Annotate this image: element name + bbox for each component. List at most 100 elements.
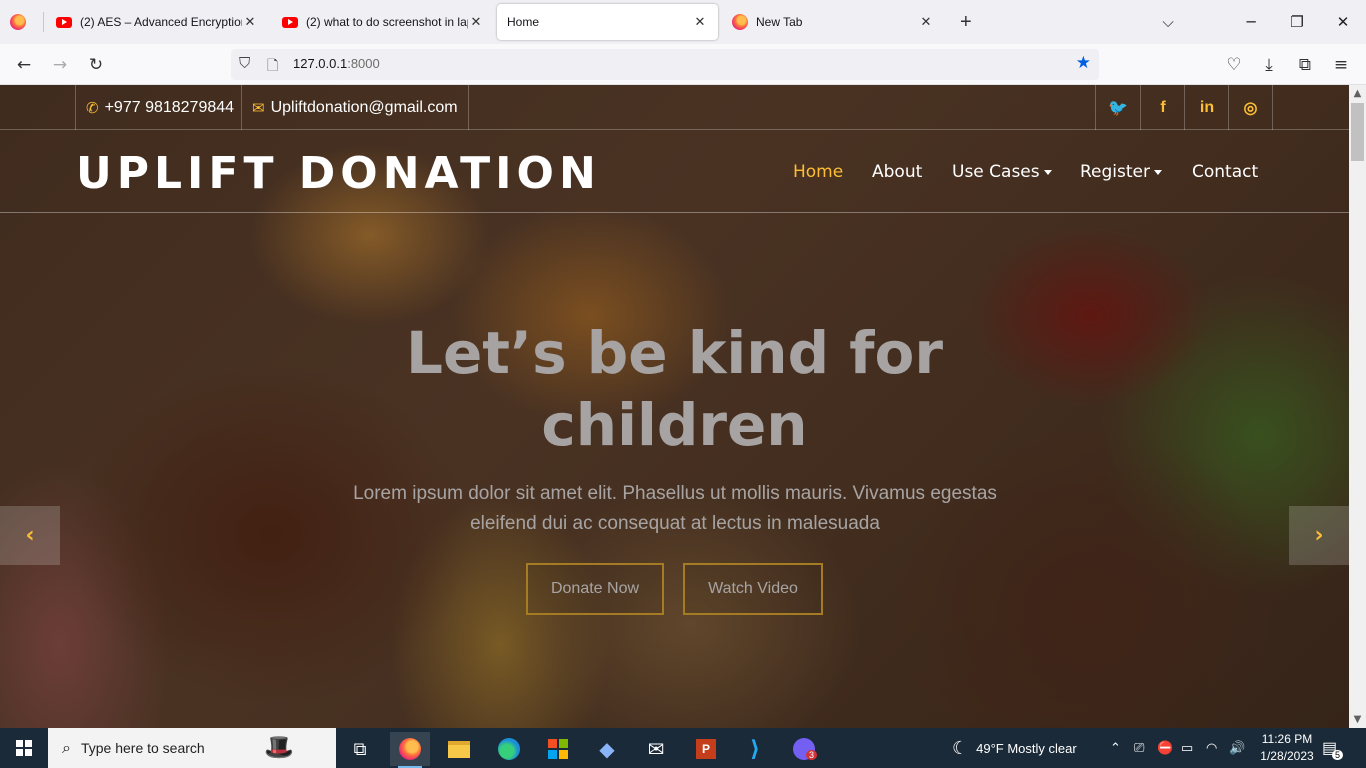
start-button[interactable] bbox=[0, 728, 48, 768]
pocket-icon[interactable]: ♡ bbox=[1221, 52, 1247, 78]
address-bar[interactable]: ⛉ 🗋 127.0.0.1:8000 ★ bbox=[231, 49, 1099, 80]
hero-title: Let’s be kind for children bbox=[0, 317, 1349, 461]
reload-icon[interactable]: ↻ bbox=[83, 52, 109, 78]
phone-contact[interactable]: ✆ +977 9818279844 bbox=[75, 85, 244, 130]
watch-video-button[interactable]: Watch Video bbox=[683, 563, 823, 615]
nav-use-cases-label: Use Cases bbox=[952, 162, 1040, 182]
bookmark-star-icon[interactable]: ★ bbox=[1076, 53, 1091, 73]
chevron-right-icon: › bbox=[1314, 523, 1324, 548]
notification-count-badge: 5 bbox=[1332, 750, 1344, 760]
edge-icon[interactable] bbox=[489, 732, 529, 766]
firefox-icon bbox=[732, 14, 748, 30]
copilot-icon[interactable]: ◆ bbox=[587, 732, 627, 766]
close-tab-icon[interactable]: ✕ bbox=[918, 14, 934, 30]
browser-navigation-bar: ← → ↻ ⛉ 🗋 127.0.0.1:8000 ★ ♡ ⤓ ⧉ ≡ bbox=[0, 44, 1366, 85]
nav-register[interactable]: Register bbox=[1080, 162, 1162, 182]
back-icon[interactable]: ← bbox=[11, 52, 37, 78]
store-logo-icon bbox=[548, 739, 568, 759]
search-highlight-icon: 🎩 bbox=[264, 733, 294, 761]
microsoft-store-icon[interactable] bbox=[538, 732, 578, 766]
weather-widget[interactable]: ☾ 49°F Mostly clear bbox=[952, 728, 1077, 768]
clock-time: 11:26 PM bbox=[1261, 732, 1313, 746]
email-contact[interactable]: ✉ Upliftdonation@gmail.com bbox=[241, 85, 469, 130]
nav-home[interactable]: Home bbox=[793, 162, 843, 182]
phone-number: +977 9818279844 bbox=[104, 98, 235, 116]
chevron-down-icon bbox=[1043, 169, 1052, 175]
clock-date: 1/28/2023 bbox=[1260, 749, 1314, 763]
tab-aes-video[interactable]: (2) AES – Advanced Encryption S ✕ bbox=[46, 4, 268, 40]
close-window-icon[interactable]: ✕ bbox=[1320, 0, 1366, 44]
tab-title: (2) what to do screenshot in lap bbox=[306, 15, 468, 29]
search-icon: ⌕ bbox=[62, 738, 71, 757]
meet-now-icon[interactable]: ⎚ bbox=[1134, 728, 1144, 768]
system-clock[interactable]: 11:26 PM 1/28/2023 bbox=[1256, 731, 1318, 765]
url-port: :8000 bbox=[347, 56, 380, 71]
minimize-icon[interactable]: ─ bbox=[1228, 0, 1274, 44]
donate-now-button[interactable]: Donate Now bbox=[526, 563, 664, 615]
url-host: 127.0.0.1 bbox=[293, 56, 348, 71]
security-warning-icon[interactable]: ⛔ bbox=[1157, 728, 1173, 768]
page-scrollbar[interactable]: ▲ ▼ bbox=[1349, 85, 1366, 728]
website-viewport: ✆ +977 9818279844 ✉ Upliftdonation@gmail… bbox=[0, 85, 1349, 728]
wifi-icon[interactable]: ◠ bbox=[1206, 728, 1217, 768]
scroll-down-icon[interactable]: ▼ bbox=[1349, 711, 1366, 728]
tab-separator bbox=[43, 12, 44, 32]
volume-icon[interactable]: 🔊 bbox=[1229, 728, 1245, 768]
instagram-icon[interactable]: ◎ bbox=[1228, 85, 1273, 130]
linkedin-icon[interactable]: in bbox=[1184, 85, 1229, 130]
list-all-tabs-icon[interactable]: ⌵ bbox=[1145, 0, 1191, 44]
page-info-icon[interactable]: 🗋 bbox=[267, 55, 278, 79]
youtube-icon bbox=[282, 16, 298, 28]
mail-icon[interactable]: ✉ bbox=[636, 732, 676, 766]
chevron-left-icon: ‹ bbox=[25, 523, 35, 548]
nav-register-label: Register bbox=[1080, 162, 1150, 182]
tracking-protection-icon[interactable]: ⛉ bbox=[239, 54, 250, 72]
forward-icon[interactable]: → bbox=[47, 52, 73, 78]
extensions-icon[interactable]: ⧉ bbox=[1292, 52, 1318, 78]
powerpoint-icon[interactable]: P bbox=[686, 732, 726, 766]
notification-badge: 3 bbox=[806, 750, 818, 760]
scroll-thumb[interactable] bbox=[1351, 103, 1364, 161]
url-text[interactable]: 127.0.0.1:8000 bbox=[293, 56, 380, 71]
browser-tab-strip: (2) AES – Advanced Encryption S ✕ (2) wh… bbox=[0, 0, 1366, 44]
nav-contact[interactable]: Contact bbox=[1192, 162, 1258, 182]
new-tab-button[interactable]: + bbox=[950, 4, 980, 40]
nav-about[interactable]: About bbox=[872, 162, 922, 182]
battery-icon[interactable]: ▭ bbox=[1181, 728, 1193, 768]
file-explorer-icon[interactable] bbox=[439, 732, 479, 766]
tab-firefox-view[interactable] bbox=[0, 4, 43, 40]
scroll-up-icon[interactable]: ▲ bbox=[1349, 85, 1366, 102]
site-main-nav: UPLIFT DONATION Home About Use Cases Reg… bbox=[0, 130, 1349, 213]
tab-home[interactable]: Home ✕ bbox=[497, 4, 718, 40]
powerpoint-logo-icon: P bbox=[696, 739, 716, 759]
site-brand-logo[interactable]: UPLIFT DONATION bbox=[76, 148, 601, 199]
taskbar-search-box[interactable]: ⌕ Type here to search 🎩 bbox=[48, 728, 336, 768]
windows-logo-icon bbox=[16, 740, 32, 756]
tab-new-tab[interactable]: New Tab ✕ bbox=[722, 4, 944, 40]
twitter-icon[interactable]: 🐦 bbox=[1095, 85, 1140, 130]
firefox-icon bbox=[399, 738, 421, 760]
vscode-icon[interactable]: ⟩ bbox=[735, 732, 775, 766]
firefox-icon bbox=[10, 14, 26, 30]
firefox-taskbar-icon[interactable] bbox=[390, 732, 430, 768]
tab-screenshot-video[interactable]: (2) what to do screenshot in lap ✕ bbox=[272, 4, 494, 40]
downloads-icon[interactable]: ⤓ bbox=[1256, 52, 1282, 78]
nav-use-cases[interactable]: Use Cases bbox=[952, 162, 1052, 182]
chevron-down-icon bbox=[1154, 169, 1162, 175]
task-view-icon[interactable]: ⧉ bbox=[340, 732, 380, 766]
carousel-prev-button[interactable]: ‹ bbox=[0, 506, 60, 565]
menu-icon[interactable]: ≡ bbox=[1328, 52, 1354, 78]
email-address: Upliftdonation@gmail.com bbox=[270, 98, 458, 116]
hero-title-line-1: Let’s be kind for bbox=[406, 319, 943, 387]
show-hidden-icons[interactable]: ⌃ bbox=[1110, 728, 1121, 768]
close-tab-icon[interactable]: ✕ bbox=[468, 14, 484, 30]
restore-icon[interactable]: ❐ bbox=[1274, 0, 1320, 44]
facebook-icon[interactable]: f bbox=[1140, 85, 1185, 130]
notification-center-icon[interactable]: ▤ 5 bbox=[1322, 728, 1344, 768]
weather-text: 49°F Mostly clear bbox=[976, 740, 1077, 756]
close-tab-icon[interactable]: ✕ bbox=[692, 14, 708, 30]
viber-icon[interactable]: 3 bbox=[784, 732, 824, 766]
tab-title: New Tab bbox=[756, 15, 803, 29]
carousel-next-button[interactable]: › bbox=[1289, 506, 1349, 565]
close-tab-icon[interactable]: ✕ bbox=[242, 14, 258, 30]
